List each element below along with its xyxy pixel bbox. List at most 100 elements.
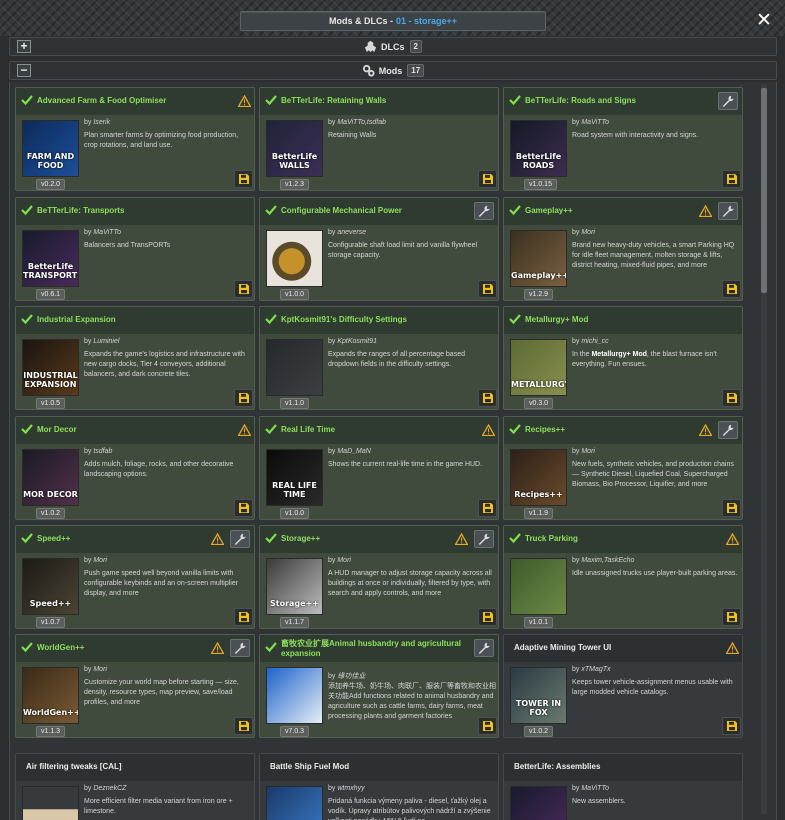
mod-settings-button[interactable] (718, 202, 738, 220)
mod-description: Expands the game's logistics and infrast… (84, 351, 245, 378)
mod-author: by aneverse (328, 229, 367, 236)
mod-card-8[interactable]: KptKosmit91's Difficulty Settings by Kpt… (259, 306, 499, 410)
enabled-check-icon[interactable] (509, 204, 521, 216)
mod-save-button[interactable] (722, 499, 741, 517)
mod-card-20[interactable]: Battle Ship Fuel Mod by wtmxhyy Pridaná … (259, 753, 499, 820)
mod-card-10[interactable]: Mor Decor MOR DECOR by tsdfab Adds mulch… (15, 416, 255, 520)
mod-author: by michi_cc (572, 338, 609, 345)
mod-save-button[interactable] (478, 280, 497, 298)
mod-description: Adds mulch, foliage, rocks, and other de… (84, 461, 234, 478)
enabled-check-icon[interactable] (509, 94, 521, 106)
mod-save-button[interactable] (722, 389, 741, 407)
mod-card-7[interactable]: Industrial Expansion INDUSTRIAL EXPANSIO… (15, 306, 255, 410)
mod-description: Push game speed well beyond vanilla limi… (84, 570, 239, 597)
enabled-check-icon[interactable] (21, 94, 33, 106)
mod-settings-button[interactable] (230, 530, 250, 548)
mod-title: BeTTerLife: Retaining Walls (281, 96, 387, 105)
mod-card-19[interactable]: Air filtering tweaks [CAL] by DeznekCZ M… (15, 753, 255, 820)
mod-author-name: Maxim,TaskEcho (581, 557, 635, 564)
mod-card-1[interactable]: Advanced Farm & Food Optimiser FARM AND … (15, 87, 255, 191)
mod-save-button[interactable] (478, 499, 497, 517)
mod-card-12[interactable]: Recipes++ Recipes++ by Mori New fuels, s… (503, 416, 743, 520)
mod-card-4[interactable]: BeTTerLife: Transports BetterLife TRANSP… (15, 197, 255, 301)
mod-save-button[interactable] (234, 389, 253, 407)
mods-collapse-button[interactable]: − (17, 64, 31, 77)
mods-section-header[interactable]: − Mods 17 (9, 61, 777, 80)
mod-save-button[interactable] (722, 717, 741, 735)
mod-author: by Luminiel (84, 338, 120, 345)
mod-save-button[interactable] (478, 389, 497, 407)
mod-save-button[interactable] (234, 717, 253, 735)
mod-version-badge: v1.0.0 (280, 289, 310, 300)
mod-description: Keeps tower vehicle-assignment menus usa… (572, 679, 733, 696)
enabled-check-icon[interactable] (21, 532, 33, 544)
mod-save-button[interactable] (478, 717, 497, 735)
enabled-check-icon[interactable] (509, 313, 521, 325)
mod-thumbnail: BetterLife WALLS (266, 120, 323, 177)
enabled-check-icon[interactable] (265, 204, 277, 216)
mod-save-button[interactable] (722, 280, 741, 298)
mod-thumbnail (510, 558, 567, 615)
enabled-check-icon[interactable] (509, 423, 521, 435)
mod-settings-button[interactable] (718, 421, 738, 439)
mod-thumbnail: BetterLife TRANSPORTS (22, 230, 79, 287)
mod-card-11[interactable]: Real Life Time REAL LIFE TIME by MaD_MaN… (259, 416, 499, 520)
mod-settings-button[interactable] (474, 639, 494, 657)
floppy-disk-icon (727, 721, 737, 731)
mod-version-badge: v1.0.0 (280, 508, 310, 519)
mod-author: by tsdfab (84, 448, 113, 455)
enabled-check-icon[interactable] (265, 641, 277, 653)
mod-card-3[interactable]: BeTTerLife: Roads and Signs BetterLife R… (503, 87, 743, 191)
enabled-check-icon[interactable] (21, 423, 33, 435)
mod-author-name: michi_cc (581, 338, 609, 345)
mod-save-button[interactable] (234, 170, 253, 188)
mod-card-15[interactable]: Truck Parking by Maxim,TaskEcho Idle una… (503, 525, 743, 629)
mod-card-16[interactable]: WorldGen++ WorldGen++ by Mori Customize … (15, 634, 255, 738)
mod-settings-button[interactable] (718, 92, 738, 110)
warning-icon (238, 95, 251, 107)
wrench-icon (478, 642, 490, 654)
enabled-check-icon[interactable] (21, 313, 33, 325)
dlcs-expand-button[interactable]: + (17, 40, 31, 53)
mod-thumbnail (266, 230, 323, 287)
mod-description: Pridaná funkcia výmeny paliva - diesel, … (328, 798, 491, 820)
enabled-check-icon[interactable] (509, 532, 521, 544)
mod-save-button[interactable] (722, 170, 741, 188)
floppy-disk-icon (239, 503, 249, 513)
enabled-check-icon[interactable] (265, 423, 277, 435)
mod-save-button[interactable] (234, 499, 253, 517)
mod-version-badge: v1.0.2 (524, 726, 554, 737)
mod-card-9[interactable]: Metallurgy+ Mod METALLURGY+ by michi_cc … (503, 306, 743, 410)
close-icon[interactable]: ✕ (756, 10, 772, 31)
enabled-check-icon[interactable] (265, 532, 277, 544)
mod-card-13[interactable]: Speed++ Speed++ by Mori Push game speed … (15, 525, 255, 629)
mod-card-5[interactable]: Configurable Mechanical Power by anevers… (259, 197, 499, 301)
wrench-icon (234, 642, 246, 654)
mod-author: by Mori (572, 448, 595, 455)
enabled-check-icon[interactable] (21, 204, 33, 216)
mod-version-badge: v0.2.0 (36, 179, 66, 190)
mod-card-18[interactable]: Adaptive Mining Tower UI TOWER IN FOX by… (503, 634, 743, 738)
mod-card-17[interactable]: 畜牧农业扩展Animal husbandry and agricultural … (259, 634, 499, 738)
scrollbar-thumb[interactable] (761, 88, 767, 293)
mod-card-21[interactable]: BetterLife: Assemblies BetterLife by MaV… (503, 753, 743, 820)
mod-save-button[interactable] (478, 170, 497, 188)
mod-save-button[interactable] (722, 608, 741, 626)
mod-card-6[interactable]: Gameplay++ Gameplay++ by Mori Brand new … (503, 197, 743, 301)
mod-settings-button[interactable] (230, 639, 250, 657)
mod-settings-button[interactable] (474, 202, 494, 220)
dlcs-section-header[interactable]: + DLCs 2 (9, 37, 777, 56)
mod-save-button[interactable] (234, 280, 253, 298)
mod-save-button[interactable] (478, 608, 497, 626)
mod-author: by KptKosmit91 (328, 338, 378, 345)
mod-card-2[interactable]: BeTTerLife: Retaining Walls BetterLife W… (259, 87, 499, 191)
mod-version-badge: v1.0.5 (36, 398, 66, 409)
enabled-check-icon[interactable] (265, 313, 277, 325)
enabled-check-icon[interactable] (265, 94, 277, 106)
close-button[interactable]: ✕ (754, 10, 774, 32)
mod-card-14[interactable]: Storage++ Storage++ by Mori A HUD manage… (259, 525, 499, 629)
mod-save-button[interactable] (234, 608, 253, 626)
enabled-check-icon[interactable] (21, 641, 33, 653)
mod-title: Air filtering tweaks [CAL] (26, 762, 122, 771)
mod-settings-button[interactable] (474, 530, 494, 548)
